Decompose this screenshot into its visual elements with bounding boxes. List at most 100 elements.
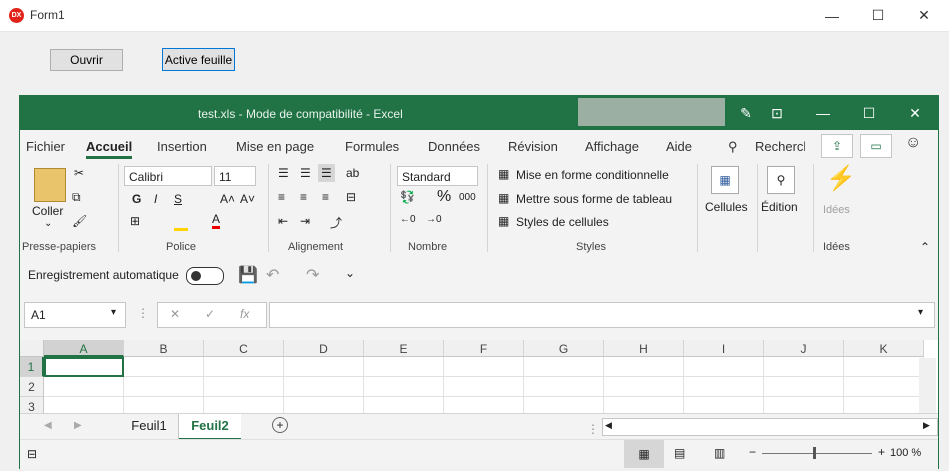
account-area[interactable] [578, 98, 725, 126]
tab-view[interactable]: Affichage [585, 139, 639, 154]
tab-data[interactable]: Données [428, 139, 480, 154]
column-header[interactable]: J [764, 340, 844, 357]
page-layout-view-icon[interactable]: ▤ [674, 446, 685, 460]
table-cell[interactable] [844, 397, 924, 413]
underline-button[interactable]: S [174, 192, 182, 206]
save-icon[interactable]: 💾 [238, 265, 258, 285]
enter-icon[interactable]: ✓ [205, 307, 215, 321]
tab-review[interactable]: Révision [508, 139, 558, 154]
table-cell[interactable] [684, 397, 764, 413]
font-name-select[interactable]: Calibri [124, 166, 212, 186]
wrap-text-icon[interactable]: ab [346, 166, 359, 180]
column-header[interactable]: I [684, 340, 764, 357]
column-header[interactable]: E [364, 340, 444, 357]
shrink-font-button[interactable]: A˅ [240, 192, 255, 206]
table-cell[interactable] [44, 397, 124, 413]
borders-icon[interactable]: ⊞ [130, 214, 140, 228]
table-cell[interactable] [444, 397, 524, 413]
maximize-button[interactable]: ☐ [855, 0, 901, 31]
align-center-icon[interactable]: ≡ [300, 190, 307, 204]
table-cell[interactable] [844, 357, 924, 377]
table-cell[interactable] [284, 397, 364, 413]
table-cell[interactable] [364, 357, 444, 377]
align-right-icon[interactable]: ≡ [322, 190, 329, 204]
decrease-decimal-icon[interactable]: →0 [426, 214, 442, 225]
expand-formula-icon[interactable]: ▾ [918, 307, 923, 318]
format-as-table-icon[interactable]: ▦ [498, 191, 509, 205]
table-cell[interactable] [124, 357, 204, 377]
vertical-scrollbar[interactable] [919, 358, 936, 413]
table-cell[interactable] [444, 357, 524, 377]
cell-styles-icon[interactable]: ▦ [498, 214, 509, 228]
format-as-table-button[interactable]: Mettre sous forme de tableau [516, 192, 672, 206]
name-box[interactable]: A1 ▾ [24, 302, 126, 328]
italic-button[interactable]: I [154, 192, 157, 206]
tab-insert[interactable]: Insertion [157, 139, 207, 154]
align-top-icon[interactable]: ☰ [278, 166, 289, 180]
formula-input[interactable]: ▾ [269, 302, 935, 328]
excel-maximize-button[interactable]: ☐ [846, 96, 892, 130]
prev-sheet-icon[interactable]: ◀ [44, 420, 52, 431]
increase-decimal-icon[interactable]: ←0 [400, 214, 416, 225]
decrease-indent-icon[interactable]: ⇤ [278, 214, 288, 228]
zoom-in-icon[interactable]: + [878, 445, 885, 459]
zoom-out-icon[interactable]: − [749, 445, 756, 459]
search-icon[interactable]: ⚲ [728, 139, 738, 155]
merge-cells-icon[interactable]: ⊟ [346, 190, 356, 204]
bold-button[interactable]: G [132, 192, 141, 206]
table-cell[interactable] [284, 357, 364, 377]
open-button[interactable]: Ouvrir [50, 49, 123, 71]
table-cell[interactable] [764, 377, 844, 397]
align-left-icon[interactable]: ≡ [278, 190, 285, 204]
font-size-select[interactable]: 11 [214, 166, 256, 186]
font-color-icon[interactable]: A [212, 212, 221, 229]
excel-close-button[interactable]: ✕ [892, 96, 938, 130]
cells-button[interactable]: Cellules [705, 200, 748, 214]
excel-minimize-button[interactable]: — [800, 96, 846, 130]
table-cell[interactable] [284, 377, 364, 397]
table-cell[interactable] [204, 397, 284, 413]
paste-icon[interactable] [34, 168, 66, 202]
sheet-tab-feuil1[interactable]: Feuil1 [120, 414, 179, 439]
table-cell[interactable] [364, 377, 444, 397]
scroll-right-icon[interactable]: ▶ [923, 420, 930, 431]
column-header[interactable]: G [524, 340, 604, 357]
smiley-icon[interactable]: ☺ [905, 134, 921, 152]
table-cell[interactable] [444, 377, 524, 397]
scroll-left-icon[interactable]: ◀ [605, 420, 612, 431]
tab-file[interactable]: Fichier [26, 139, 65, 154]
column-header[interactable]: D [284, 340, 364, 357]
table-cell[interactable] [124, 377, 204, 397]
table-cell[interactable] [684, 377, 764, 397]
tab-splitter-icon[interactable]: ⋮ [587, 422, 599, 436]
table-cell[interactable] [524, 357, 604, 377]
thousands-button[interactable]: 000 [459, 192, 476, 203]
column-header[interactable]: A [44, 340, 124, 357]
cell-styles-button[interactable]: Styles de cellules [516, 215, 609, 229]
search-box[interactable]: Recherch [755, 139, 805, 154]
column-header[interactable]: B [124, 340, 204, 357]
copy-icon[interactable]: ⧉ [72, 190, 81, 205]
sheet-tab-feuil2[interactable]: Feuil2 [179, 414, 241, 441]
collapse-ribbon-icon[interactable]: ⌃ [920, 240, 930, 254]
row-header[interactable]: 2 [20, 377, 44, 397]
number-format-select[interactable]: Standard [397, 166, 478, 186]
editing-button[interactable]: Édition [761, 200, 798, 214]
minimize-button[interactable]: — [809, 0, 855, 31]
table-cell[interactable] [44, 377, 124, 397]
autosave-toggle[interactable] [186, 267, 224, 285]
table-cell[interactable] [524, 377, 604, 397]
table-cell[interactable] [604, 377, 684, 397]
tab-help[interactable]: Aide [666, 139, 692, 154]
table-cell[interactable] [124, 397, 204, 413]
cells-icon[interactable]: ▦ [711, 166, 739, 194]
table-cell[interactable] [604, 397, 684, 413]
select-all-corner[interactable] [20, 340, 44, 357]
column-header[interactable]: H [604, 340, 684, 357]
active-sheet-button[interactable]: Active feuille [162, 48, 235, 71]
insert-function-icon[interactable]: fx [240, 307, 249, 321]
column-header[interactable]: K [844, 340, 924, 357]
table-cell[interactable] [844, 377, 924, 397]
next-sheet-icon[interactable]: ▶ [74, 420, 82, 431]
active-cell[interactable] [44, 357, 124, 377]
